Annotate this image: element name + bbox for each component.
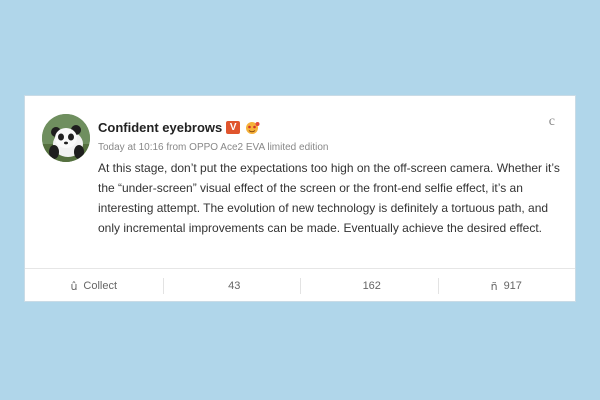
avatar[interactable] xyxy=(42,114,90,162)
post-meta: Today at 10:16 from OPPO Ace2 EVA limite… xyxy=(98,142,329,153)
action-bar: û Collect 43 162 ñ 917 xyxy=(25,269,575,303)
panda-avatar-icon xyxy=(42,114,90,162)
like-icon: ñ xyxy=(490,279,498,293)
emoji-badge-icon xyxy=(244,121,260,135)
vip-badge-icon[interactable]: V xyxy=(226,121,241,134)
repost-button[interactable]: 43 xyxy=(162,269,301,303)
comment-count: 162 xyxy=(362,280,381,292)
like-button[interactable]: ñ 917 xyxy=(437,269,576,303)
collect-button[interactable]: û Collect xyxy=(25,269,163,303)
name-row: Confident eyebrows V xyxy=(98,120,260,135)
comment-button[interactable]: 162 xyxy=(300,269,438,303)
more-options-icon[interactable]: c xyxy=(549,114,555,130)
collect-icon: û xyxy=(70,279,78,293)
collect-label: Collect xyxy=(83,280,118,292)
repost-count: 43 xyxy=(228,280,241,292)
username[interactable]: Confident eyebrows xyxy=(98,120,222,135)
post-card: Confident eyebrows V c Today at 10:16 fr… xyxy=(24,95,576,302)
like-count: 917 xyxy=(503,280,522,292)
post-text: At this stage, don’t put the expectation… xyxy=(98,161,560,235)
